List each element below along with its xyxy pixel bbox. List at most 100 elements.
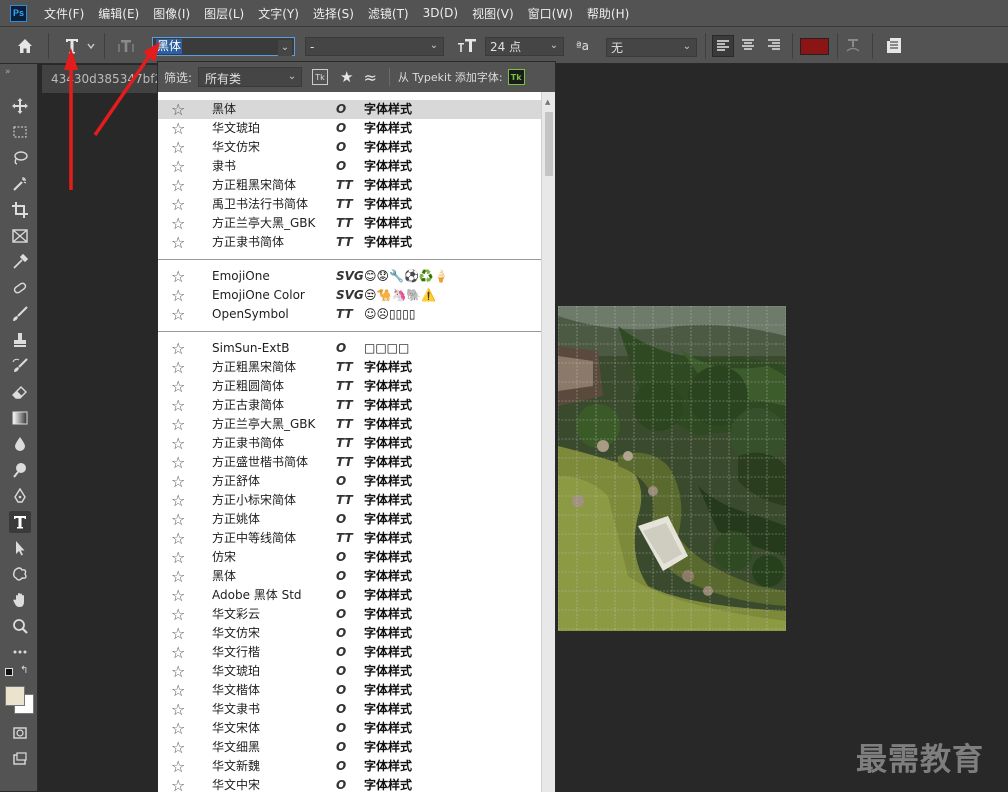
font-list-scrollbar[interactable]: ▲ [541,92,555,792]
align-left-button[interactable] [712,35,734,57]
swap-colors-icon[interactable]: ↰ [20,665,28,676]
menu-select[interactable]: 选择(S) [313,5,354,22]
star-icon[interactable]: ☆ [171,662,185,681]
star-icon[interactable]: ☆ [171,157,185,176]
font-family-value[interactable]: 黑体 [156,39,183,54]
font-list[interactable]: ☆ 黑体 O 字体样式 ☆ 华文琥珀 O 字体样式 ☆ 华文仿宋 O 字体样式 ☆ 隶书 O 字体样式 ☆ 方正粗… [158,92,541,792]
marquee-tool[interactable] [9,121,31,143]
font-list-item[interactable]: ☆ 华文行楷 O 字体样式 [158,643,541,662]
star-icon[interactable]: ☆ [171,176,185,195]
star-icon[interactable]: ☆ [171,757,185,776]
blur-tool[interactable] [9,433,31,455]
toggle-text-orientation-button[interactable] [115,35,139,57]
star-icon[interactable]: ☆ [171,529,185,548]
star-icon[interactable]: ☆ [171,286,185,305]
history-brush-tool[interactable] [9,355,31,377]
font-list-item[interactable]: ☆ 方正粗黑宋简体 TT 字体样式 [158,358,541,377]
favorites-star-icon[interactable]: ★ [340,68,353,86]
star-icon[interactable]: ☆ [171,700,185,719]
star-icon[interactable]: ☆ [171,567,185,586]
star-icon[interactable]: ☆ [171,305,185,324]
font-list-item[interactable]: ☆ 黑体 O 字体样式 [158,567,541,586]
star-icon[interactable]: ☆ [171,719,185,738]
default-colors-icon[interactable] [5,668,13,676]
font-list-item[interactable]: ☆ 华文楷体 O 字体样式 [158,681,541,700]
font-list-item[interactable]: ☆ 华文琥珀 O 字体样式 [158,119,541,138]
star-icon[interactable]: ☆ [171,738,185,757]
star-icon[interactable]: ☆ [171,415,185,434]
menu-layer[interactable]: 图层(L) [204,5,244,22]
font-family-select[interactable]: 黑体 ⌄ [152,37,295,56]
star-icon[interactable]: ☆ [171,434,185,453]
star-icon[interactable]: ☆ [171,119,185,138]
brush-tool[interactable] [9,303,31,325]
font-list-item[interactable]: ☆ 隶书 O 字体样式 [158,157,541,176]
similar-fonts-icon[interactable]: ≈ [364,68,377,87]
edit-toolbar-button[interactable] [9,641,31,663]
font-list-item[interactable]: ☆ 方正隶书简体 TT 字体样式 [158,233,541,252]
gradient-tool[interactable] [9,407,31,429]
move-tool[interactable] [9,95,31,117]
star-icon[interactable]: ☆ [171,267,185,286]
font-size-select[interactable]: 24 点 ⌄ [485,37,564,56]
font-list-item[interactable]: ☆ 华文新魏 O 字体样式 [158,757,541,776]
path-selection-tool[interactable] [9,537,31,559]
font-list-item[interactable]: ☆ 华文隶书 O 字体样式 [158,700,541,719]
menu-file[interactable]: 文件(F) [44,5,84,22]
font-list-item[interactable]: ☆ 华文宋体 O 字体样式 [158,719,541,738]
star-icon[interactable]: ☆ [171,776,185,792]
star-icon[interactable]: ☆ [171,100,185,119]
star-icon[interactable]: ☆ [171,195,185,214]
font-list-item[interactable]: ☆ OpenSymbol TT ☺☹▯▯▯▯ [158,305,541,324]
align-right-button[interactable] [764,35,786,57]
type-tool[interactable] [9,511,31,533]
star-icon[interactable]: ☆ [171,624,185,643]
font-list-item[interactable]: ☆ 方正盛世楷书简体 TT 字体样式 [158,453,541,472]
font-list-item[interactable]: ☆ 方正舒体 O 字体样式 [158,472,541,491]
star-icon[interactable]: ☆ [171,681,185,700]
healing-brush-tool[interactable] [9,277,31,299]
font-list-item[interactable]: ☆ 华文仿宋 O 字体样式 [158,138,541,157]
font-style-select[interactable]: - ⌄ [305,37,444,56]
font-list-item[interactable]: ☆ 禹卫书法行书简体 TT 字体样式 [158,195,541,214]
star-icon[interactable]: ☆ [171,605,185,624]
star-icon[interactable]: ☆ [171,214,185,233]
font-list-item[interactable]: ☆ 方正小标宋简体 TT 字体样式 [158,491,541,510]
zoom-tool[interactable] [9,615,31,637]
clone-stamp-tool[interactable] [9,329,31,351]
font-list-item[interactable]: ☆ 华文中宋 O 字体样式 [158,776,541,792]
chevron-down-icon[interactable]: ⌄ [278,40,292,56]
font-list-item[interactable]: ☆ 方正隶书简体 TT 字体样式 [158,434,541,453]
font-list-item[interactable]: ☆ 仿宋 O 字体样式 [158,548,541,567]
font-list-item[interactable]: ☆ 方正粗黑宋简体 TT 字体样式 [158,176,541,195]
star-icon[interactable]: ☆ [171,548,185,567]
font-list-item[interactable]: ☆ 黑体 O 字体样式 [158,100,541,119]
magic-wand-tool[interactable] [9,173,31,195]
menu-image[interactable]: 图像(I) [153,5,190,22]
menu-window[interactable]: 窗口(W) [528,5,573,22]
star-icon[interactable]: ☆ [171,472,185,491]
document-tab[interactable]: 43430d385347bf2 [42,65,160,93]
eyedropper-tool[interactable] [9,251,31,273]
star-icon[interactable]: ☆ [171,358,185,377]
screen-mode-button[interactable] [9,748,31,770]
font-list-item[interactable]: ☆ 方正中等线简体 TT 字体样式 [158,529,541,548]
font-list-item[interactable]: ☆ Adobe 黑体 Std O 字体样式 [158,586,541,605]
menu-3d[interactable]: 3D(D) [423,6,458,20]
crop-tool[interactable] [9,199,31,221]
font-list-item[interactable]: ☆ 方正姚体 O 字体样式 [158,510,541,529]
font-list-item[interactable]: ☆ EmojiOne SVG 😊😟🔧⚽♻️🍦 [158,267,541,286]
custom-shape-tool[interactable] [9,563,31,585]
font-list-item[interactable]: ☆ EmojiOne Color SVG 😒🐪🦄🐘⚠️ [158,286,541,305]
font-classification-select[interactable]: 所有类 ⌄ [198,67,303,87]
font-list-item[interactable]: ☆ 华文仿宋 O 字体样式 [158,624,541,643]
hand-tool[interactable] [9,589,31,611]
star-icon[interactable]: ☆ [171,138,185,157]
frame-tool[interactable] [9,225,31,247]
font-list-item[interactable]: ☆ 华文琥珀 O 字体样式 [158,662,541,681]
character-panel-button[interactable] [884,35,906,57]
dodge-tool[interactable] [9,459,31,481]
font-list-item[interactable]: ☆ SimSun-ExtB O □□□□ [158,339,541,358]
star-icon[interactable]: ☆ [171,491,185,510]
menu-view[interactable]: 视图(V) [472,5,514,22]
